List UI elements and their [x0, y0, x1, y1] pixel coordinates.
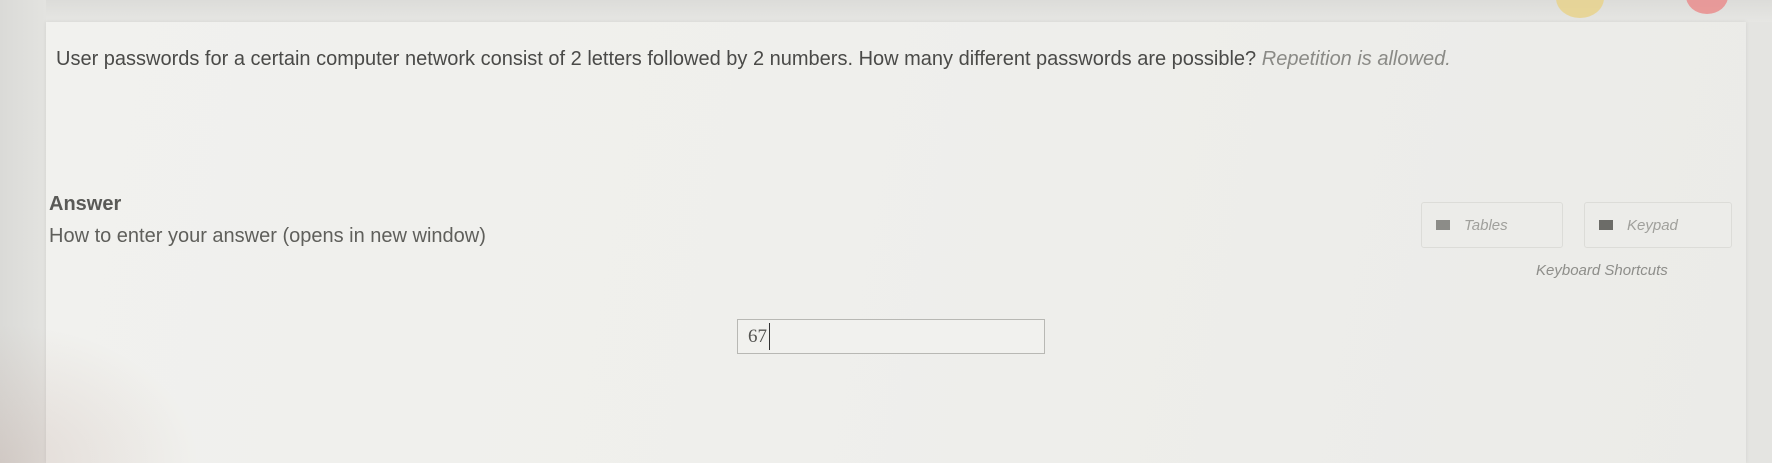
repetition-note: Repetition is allowed.: [1261, 48, 1451, 70]
keypad-label: Keypad: [1627, 216, 1678, 234]
text-caret: [769, 323, 770, 350]
table-icon: [1436, 220, 1450, 230]
question-text: User passwords for a certain computer ne…: [56, 48, 1716, 71]
tables-button[interactable]: Tables: [1421, 202, 1563, 248]
keyboard-shortcuts-link[interactable]: Keyboard Shortcuts: [1536, 262, 1668, 279]
tables-label: Tables: [1464, 216, 1508, 234]
bottom-shadow: [0, 323, 200, 463]
keypad-icon: [1599, 220, 1613, 230]
question-body: User passwords for a certain computer ne…: [56, 48, 1257, 70]
answer-input[interactable]: [737, 319, 1045, 354]
answer-help-link[interactable]: How to enter your answer (opens in new w…: [49, 225, 486, 248]
keypad-button[interactable]: Keypad: [1584, 202, 1732, 248]
answer-heading: Answer: [49, 193, 122, 215]
top-bar: [0, 0, 1772, 22]
